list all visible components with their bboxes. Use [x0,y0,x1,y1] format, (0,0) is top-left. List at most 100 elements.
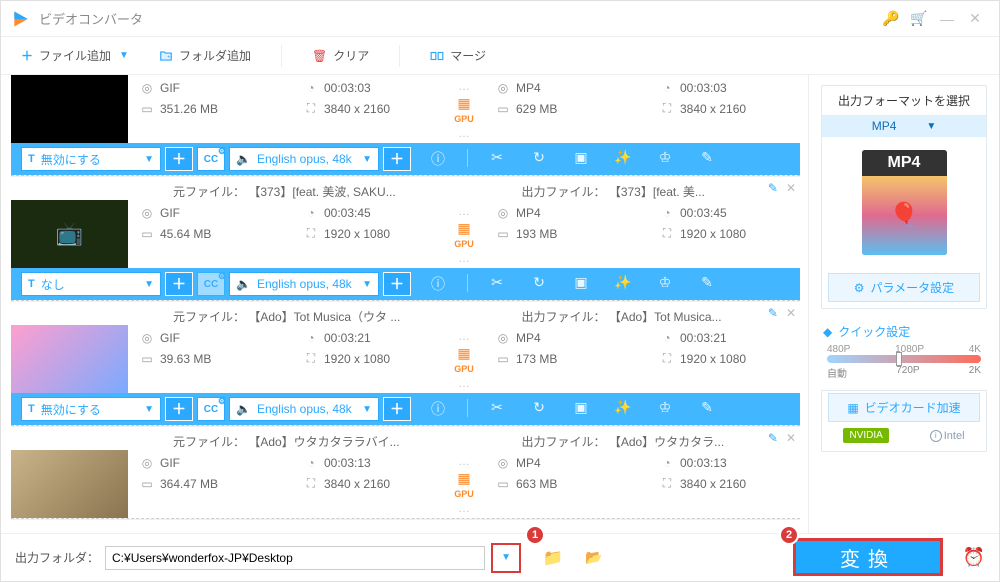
effect-icon[interactable]: ✨ [610,149,636,169]
output-format-title: 出力フォーマットを選択 [822,86,986,115]
add-audio-button[interactable]: ＋ [383,147,411,171]
add-folder-button[interactable]: + フォルダ追加 [159,47,251,64]
cc-button[interactable]: CС⚙ [197,147,225,171]
folder-open-icon[interactable]: 📁 [543,548,563,568]
cut-icon[interactable]: ✂ [484,399,510,419]
src-title: 元ファイル： 【373】[feat. 美波, SAKU... [173,183,442,200]
format-icon: ◎ [496,206,510,220]
merge-button[interactable]: マージ [430,47,486,64]
output-folder-input[interactable] [105,546,485,570]
gear-icon: ⚙ [218,271,226,282]
src-resolution: 1920 x 1080 [324,227,390,241]
add-file-button[interactable]: ＋ ファイル追加 ▼ [21,47,129,64]
crop-icon[interactable]: ▣ [568,399,594,419]
src-size: 351.26 MB [160,102,218,116]
cc-button[interactable]: CС⚙ [197,397,225,421]
open-output-icon[interactable]: 📂 [585,549,602,566]
clock-icon: ◔ [660,456,674,470]
thumbnail[interactable] [11,450,128,518]
rotate-icon[interactable]: ↻ [526,149,552,169]
format-icon: ◎ [496,81,510,95]
output-folder-dropdown[interactable]: ▼ [491,543,521,573]
dst-size: 173 MB [516,352,557,366]
add-subtitle-button[interactable]: ＋ [165,147,193,171]
dst-duration: 00:03:21 [680,331,727,345]
audio-selector[interactable]: 🔈 English opus, 48k ▼ [229,397,379,421]
output-format-selector[interactable]: MP4 ▼ [822,115,986,137]
size-icon: ▭ [140,227,154,241]
cc-button[interactable]: CС⚙ [197,272,225,296]
chevron-down-icon[interactable]: ▼ [119,50,129,61]
edit-icon[interactable]: ✎ [694,274,720,294]
effect-icon[interactable]: ✨ [610,399,636,419]
quality-slider[interactable]: 480P 1080P 4K 自動 720P 2K [821,344,987,380]
file-list: ◎GIF ◔00:03:03 ▭351.26 MB ⛶3840 x 2160 …… [1,75,809,533]
minimize-button[interactable]: — [933,11,961,27]
size-icon: ▭ [496,227,510,241]
effect-icon[interactable]: ✨ [610,274,636,294]
src-resolution: 3840 x 2160 [324,102,390,116]
info-icon[interactable]: ⓘ [425,399,451,419]
close-button[interactable]: ✕ [961,10,989,27]
nvidia-logo: NVIDIA [843,428,888,443]
add-subtitle-button[interactable]: ＋ [165,272,193,296]
resolution-icon: ⛶ [304,351,318,366]
gpu-accel-button[interactable]: ▦ ビデオカード加速 [828,393,980,422]
rotate-icon[interactable]: ↻ [526,274,552,294]
add-audio-button[interactable]: ＋ [383,397,411,421]
watermark-icon[interactable]: ♔ [652,274,678,294]
convert-button[interactable]: 変換 [793,538,943,576]
remove-icon[interactable]: ✕ [786,306,796,320]
crop-icon[interactable]: ▣ [568,149,594,169]
params-button[interactable]: ⚙ パラメータ設定 [828,273,980,302]
format-thumbnail[interactable]: MP4 🎈 [822,137,986,267]
src-title: 元ファイル： 【Ado】ウタカタララバイ... [173,433,442,450]
audio-selector[interactable]: 🔈 English opus, 48k ▼ [229,147,379,171]
dst-duration: 00:03:13 [680,456,727,470]
sliders-icon: ⚙ [854,281,865,295]
key-icon[interactable]: 🔑 [877,10,905,27]
size-icon: ▭ [140,477,154,491]
cut-icon[interactable]: ✂ [484,274,510,294]
side-panel: 出力フォーマットを選択 MP4 ▼ MP4 🎈 ⚙ パラメータ設定 [809,75,999,533]
callout-badge-1: 1 [525,525,545,545]
edit-icon[interactable]: ✎ [768,306,778,320]
remove-icon[interactable]: ✕ [786,181,796,195]
audio-value: English opus, 48k [257,152,352,166]
audio-selector[interactable]: 🔈 English opus, 48k ▼ [229,272,379,296]
main-toolbar: ＋ ファイル追加 ▼ + フォルダ追加 🗑 クリア マージ [1,37,999,75]
clear-button[interactable]: 🗑 クリア [312,47,369,64]
gpu-label: GPU [454,239,474,249]
format-icon: ◎ [140,456,154,470]
subtitle-selector[interactable]: T 無効にする ▼ [21,397,161,421]
scheduler-icon[interactable]: ⏰ [963,547,985,568]
params-label: パラメータ設定 [871,279,955,296]
cut-icon[interactable]: ✂ [484,149,510,169]
watermark-icon[interactable]: ♔ [652,149,678,169]
info-icon[interactable]: ⓘ [425,274,451,294]
info-icon[interactable]: ⓘ [425,149,451,169]
remove-icon[interactable]: ✕ [786,431,796,445]
slider-handle[interactable] [896,352,902,366]
edit-icon[interactable]: ✎ [768,431,778,445]
add-audio-button[interactable]: ＋ [383,272,411,296]
add-subtitle-button[interactable]: ＋ [165,397,193,421]
edit-icon[interactable]: ✎ [694,149,720,169]
dst-size: 193 MB [516,227,557,241]
subtitle-selector[interactable]: T 無効にする ▼ [21,147,161,171]
thumbnail[interactable] [11,325,128,393]
subtitle-icon: T [28,153,35,165]
speaker-icon: 🔈 [236,277,251,291]
cart-icon[interactable]: 🛒 [905,10,933,27]
thumbnail[interactable]: 📺 [11,200,128,268]
crop-icon[interactable]: ▣ [568,274,594,294]
dst-size: 629 MB [516,102,557,116]
edit-icon[interactable]: ✎ [768,181,778,195]
rotate-icon[interactable]: ↻ [526,399,552,419]
subtitle-selector[interactable]: T なし ▼ [21,272,161,296]
dst-resolution: 1920 x 1080 [680,352,746,366]
thumbnail[interactable] [11,75,128,143]
subtitle-value: 無効にする [41,151,101,168]
edit-icon[interactable]: ✎ [694,399,720,419]
watermark-icon[interactable]: ♔ [652,399,678,419]
